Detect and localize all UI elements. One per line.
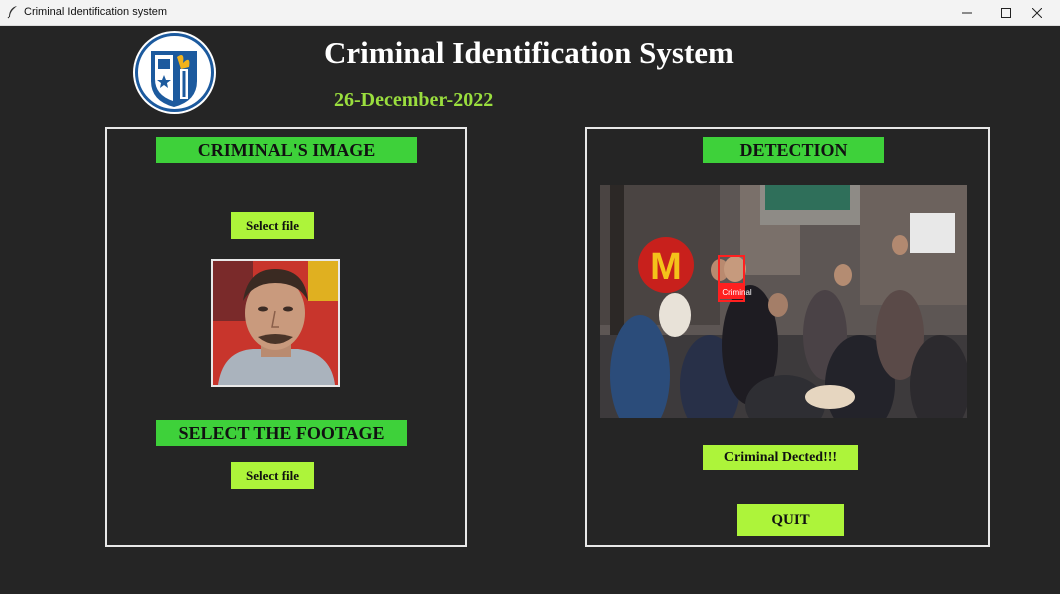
select-footage-button[interactable]: Select file bbox=[231, 462, 314, 489]
feather-icon bbox=[7, 6, 17, 19]
window-title: Criminal Identification system bbox=[24, 6, 168, 18]
detection-status: Criminal Dected!!! bbox=[703, 445, 858, 470]
current-date: 26-December-2022 bbox=[334, 89, 494, 111]
page-title: Criminal Identification System bbox=[324, 35, 734, 70]
detection-label: Criminal bbox=[722, 288, 752, 297]
criminal-image-heading: CRIMINAL'S IMAGE bbox=[156, 137, 417, 163]
footage-heading: SELECT THE FOOTAGE bbox=[156, 420, 407, 446]
university-logo bbox=[133, 31, 216, 114]
close-button[interactable] bbox=[1014, 0, 1060, 25]
detection-heading: DETECTION bbox=[703, 137, 884, 163]
criminal-photo bbox=[211, 259, 340, 387]
maximize-icon bbox=[1001, 7, 1011, 18]
shield-logo-icon bbox=[135, 33, 214, 112]
window-titlebar: Criminal Identification system bbox=[0, 0, 1060, 26]
close-icon bbox=[1032, 7, 1042, 18]
footage-frame: M Criminal bbox=[600, 185, 967, 418]
quit-button[interactable]: QUIT bbox=[737, 504, 844, 536]
mcdonalds-sign: M bbox=[650, 246, 682, 288]
select-image-button[interactable]: Select file bbox=[231, 212, 314, 239]
minimize-icon bbox=[962, 12, 972, 13]
